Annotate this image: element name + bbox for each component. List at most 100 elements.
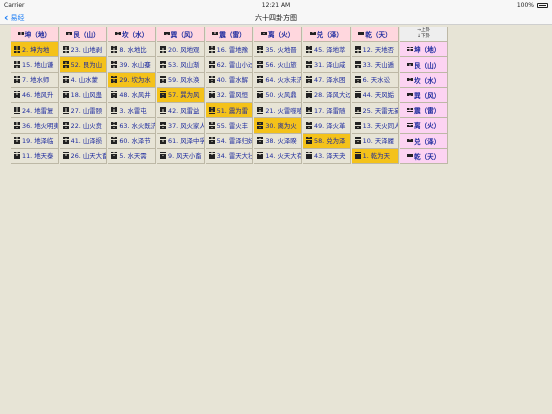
hexagram-cell[interactable]: 5. 水天需 [108,148,156,164]
hexagram-cell[interactable]: 62. 雷山小过 [205,57,254,73]
hexagram-cell[interactable]: 64. 火水未济 [254,72,302,88]
hexagram-cell[interactable]: 2. 坤为地 [11,42,59,58]
hexagram-cell[interactable]: 17. 泽雷随 [303,103,351,119]
lower-trigram-header[interactable]: 兑（泽） [400,133,448,149]
upper-trigram-header[interactable]: 坎（水） [108,27,156,43]
hexagram-cell[interactable]: 36. 地火明夷 [11,118,59,134]
hexagram-cell[interactable]: 20. 风地观 [157,42,205,58]
hexagram-cell[interactable]: 23. 山地剥 [59,42,108,58]
upper-trigram-header[interactable]: 乾（天） [351,27,400,43]
hexagram-cell[interactable]: 54. 雷泽归妹 [205,133,254,149]
lower-trigram-header[interactable]: 坎（水） [400,72,448,88]
hexagram-icon [354,45,361,53]
hexagram-cell[interactable]: 33. 天山遁 [351,57,400,73]
hexagram-cell[interactable]: 29. 坎为水 [108,72,156,88]
hexagram-cell[interactable]: 11. 地天泰 [11,148,59,164]
lower-trigram-header[interactable]: 离（火） [400,118,448,134]
hexagram-cell[interactable]: 41. 山泽损 [59,133,108,149]
hexagram-cell[interactable]: 27. 山雷颐 [59,103,108,119]
hexagram-cell[interactable]: 10. 天泽履 [351,133,400,149]
upper-trigram-header[interactable]: 艮（山） [59,27,108,43]
hexagram-cell[interactable]: 34. 雷天大壮 [205,148,254,164]
trigram-label: 巽（风） [170,31,198,40]
hexagram-cell[interactable]: 56. 火山旅 [254,57,302,73]
hexagram-cell[interactable]: 21. 火雷噬嗑 [254,103,302,119]
upper-trigram-header[interactable]: 巽（风） [157,27,205,43]
hexagram-cell[interactable]: 30. 离为火 [254,118,302,134]
hexagram-cell[interactable]: 4. 山水蒙 [59,72,108,88]
hexagram-cell[interactable]: 38. 火泽睽 [254,133,302,149]
hexagram-cell[interactable]: 46. 地风升 [11,87,59,104]
upper-trigram-header[interactable]: 坤（地） [11,27,59,43]
hexagram-cell[interactable]: 6. 天水讼 [351,72,400,88]
hexagram-icon [354,152,361,160]
hexagram-cell[interactable]: 14. 火天大有 [254,148,302,164]
hexagram-label: 17. 泽雷随 [314,106,346,115]
hexagram-cell[interactable]: 50. 火风鼎 [254,87,302,104]
hexagram-label: 30. 离为火 [265,121,297,130]
hexagram-cell[interactable]: 16. 雷地豫 [205,42,254,58]
hexagram-cell[interactable]: 37. 风火家人 [157,118,205,134]
hexagram-cell[interactable]: 59. 风水涣 [157,72,205,88]
hexagram-cell[interactable]: 12. 天地否 [351,42,400,58]
hexagram-cell[interactable]: 8. 水地比 [108,42,156,58]
battery-icon [537,3,548,8]
hexagram-cell[interactable]: 47. 泽水困 [303,72,351,88]
hexagram-cell[interactable]: 22. 山火贲 [59,118,108,134]
hexagram-cell[interactable]: 58. 兑为泽 [303,133,351,149]
hexagram-label: 12. 天地否 [362,45,395,54]
hexagram-cell[interactable]: 49. 泽火革 [303,118,351,134]
hexagram-cell[interactable]: 60. 水泽节 [108,133,156,149]
hexagram-icon [208,152,215,160]
hexagram-cell[interactable]: 18. 山风蛊 [59,87,108,104]
hexagram-cell[interactable]: 13. 天火同人 [351,118,400,134]
hexagram-cell[interactable]: 15. 地山谦 [11,57,59,73]
lower-trigram-header[interactable]: 巽（风） [400,87,448,104]
lower-trigram-header[interactable]: 坤（地） [400,42,448,58]
hexagram-cell[interactable]: 28. 泽风大过 [303,87,351,104]
hexagram-label: 59. 风水涣 [168,76,200,85]
hexagram-cell[interactable]: 40. 雷水解 [205,72,254,88]
upper-trigram-header[interactable]: 震（雷） [205,27,254,43]
hexagram-cell[interactable]: 43. 泽天夬 [303,148,351,164]
hexagram-cell[interactable]: 25. 天雷无妄 [351,103,400,119]
hexagram-cell[interactable]: 61. 风泽中孚 [157,133,205,149]
hexagram-cell[interactable]: 31. 泽山咸 [303,57,351,73]
hexagram-cell[interactable]: 39. 水山蹇 [108,57,156,73]
clock: 12:21 AM [261,2,291,9]
hexagram-cell[interactable]: 53. 风山渐 [157,57,205,73]
hexagram-cell[interactable]: 42. 风雷益 [157,103,205,119]
axis-legend-lower: ↓下卦 [417,34,431,40]
hexagram-cell[interactable]: 32. 雷风恒 [205,87,254,104]
hexagram-icon [306,76,312,84]
hexagram-cell[interactable]: 1. 乾为天 [351,148,400,164]
hexagram-cell[interactable]: 9. 风天小畜 [157,148,205,164]
hexagram-label: 63. 水火既济 [119,121,156,130]
hexagram-cell[interactable]: 35. 火地晋 [254,42,302,58]
hexagram-cell[interactable]: 57. 巽为风 [157,87,205,104]
upper-trigram-header[interactable]: 离（火） [254,27,302,43]
hexagram-cell[interactable]: 24. 地雷复 [11,103,59,119]
hexagram-cell[interactable]: 26. 山天大畜 [59,148,108,164]
hexagram-cell[interactable]: 7. 地水师 [11,72,59,88]
hexagram-cell[interactable]: 63. 水火既济 [108,118,156,134]
hexagram-cell[interactable]: 45. 泽地萃 [303,42,351,58]
lower-trigram-header[interactable]: 艮（山） [400,57,448,73]
hexagram-icon [160,45,166,53]
hexagram-cell[interactable]: 3. 水雷屯 [108,103,156,119]
trigram-label: 坤（地） [24,31,52,40]
lower-trigram-header[interactable]: 震（雷） [400,103,448,119]
hexagram-label: 28. 泽风大过 [314,91,351,100]
back-button[interactable]: ‹ 易经 [4,11,25,24]
hexagram-cell[interactable]: 19. 地泽临 [11,133,59,149]
hexagram-cell[interactable]: 55. 雷火丰 [205,118,254,134]
hexagram-icon [306,91,312,99]
upper-trigram-header[interactable]: 兑（泽） [303,27,351,43]
hexagram-cell[interactable]: 44. 天风姤 [351,87,400,104]
hexagram-cell[interactable]: 52. 艮为山 [59,57,108,73]
hexagram-label: 41. 山泽损 [70,137,103,146]
hexagram-cell[interactable]: 48. 水风井 [108,87,156,104]
hexagram-cell[interactable]: 51. 震为雷 [205,103,254,119]
trigram-label: 乾（天） [413,152,441,161]
lower-trigram-header[interactable]: 乾（天） [400,148,448,164]
